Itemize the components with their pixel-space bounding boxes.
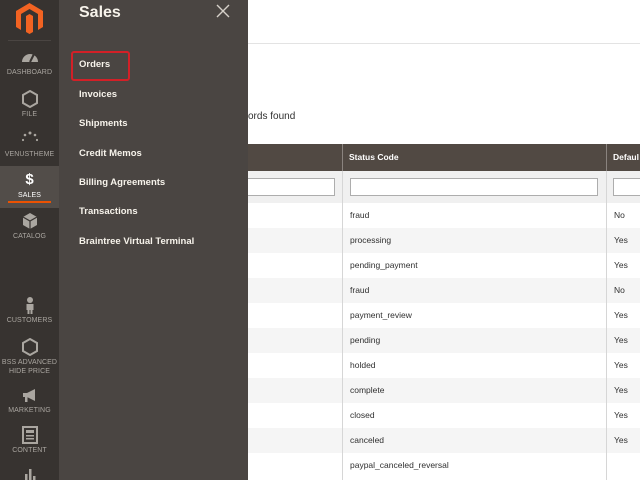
- table-row[interactable]: pending Yes: [248, 328, 640, 353]
- menu-item-billing-agreements[interactable]: Billing Agreements: [79, 177, 165, 188]
- nav-item-dashboard[interactable]: DASHBOARD: [0, 48, 59, 84]
- column-header-default[interactable]: Defaul: [606, 144, 640, 171]
- nav-item-sales[interactable]: $ SALES: [0, 166, 59, 208]
- nav-item-customers[interactable]: CUSTOMERS: [0, 296, 59, 326]
- nav-label: CUSTOMERS: [6, 317, 53, 324]
- table-row[interactable]: holded Yes: [248, 353, 640, 378]
- nav-separator: [8, 40, 51, 41]
- status-code-cell: fraud: [350, 210, 370, 220]
- nav-label-line2: HIDE PRICE: [8, 368, 51, 375]
- nav-label: VENUSTHEME: [4, 151, 55, 158]
- table-row[interactable]: paypal_canceled_reversal: [248, 453, 640, 478]
- default-cell: Yes: [614, 260, 628, 270]
- hexagon-icon: [21, 90, 38, 108]
- nav-item-venustheme[interactable]: VENUSTHEME: [0, 130, 59, 160]
- nav-item-catalog[interactable]: CATALOG: [0, 212, 59, 244]
- column-divider: [342, 171, 343, 480]
- megaphone-icon: [22, 389, 35, 402]
- nav-label: DASHBOARD: [6, 69, 53, 76]
- menu-item-braintree-virtual-terminal[interactable]: Braintree Virtual Terminal: [79, 236, 194, 247]
- default-cell: Yes: [614, 410, 628, 420]
- column-divider: [606, 171, 607, 480]
- default-cell: [606, 453, 614, 478]
- menu-item-shipments[interactable]: Shipments: [79, 118, 128, 129]
- nav-label: SALES: [17, 192, 42, 199]
- default-cell: Yes: [614, 360, 628, 370]
- grid-header-row: Status Code Defaul: [248, 144, 640, 171]
- table-row[interactable]: closed Yes: [248, 403, 640, 428]
- dashboard-icon: [21, 53, 38, 63]
- table-row[interactable]: fraud No: [248, 203, 640, 228]
- column-header-status-code[interactable]: Status Code: [342, 144, 606, 171]
- panel-title: Sales: [79, 4, 121, 21]
- table-row[interactable]: canceled Yes: [248, 428, 640, 453]
- default-cell: Yes: [614, 435, 628, 445]
- orders-highlight-box: [71, 51, 130, 81]
- status-code-cell: payment_review: [350, 310, 412, 320]
- status-code-cell: complete: [350, 385, 385, 395]
- default-cell: Yes: [614, 335, 628, 345]
- magento-logo-icon[interactable]: [13, 2, 46, 35]
- default-cell: Yes: [614, 235, 628, 245]
- default-cell: Yes: [614, 385, 628, 395]
- person-icon: [26, 297, 33, 314]
- layout-icon: [21, 426, 38, 444]
- main-content: ords found Status Code Defaul fraud No p…: [248, 0, 640, 480]
- nav-item-reports[interactable]: [0, 466, 59, 480]
- nav-label: CATALOG: [12, 233, 47, 240]
- nav-item-file[interactable]: FILE: [0, 90, 59, 126]
- status-code-cell: canceled: [350, 435, 385, 445]
- default-cell: Yes: [614, 310, 628, 320]
- menu-item-transactions[interactable]: Transactions: [79, 206, 138, 217]
- table-row[interactable]: payment_review Yes: [248, 303, 640, 328]
- table-row[interactable]: pending_payment Yes: [248, 253, 640, 278]
- default-filter-input[interactable]: [613, 178, 640, 196]
- menu-item-invoices[interactable]: Invoices: [79, 89, 117, 100]
- default-cell: No: [614, 210, 625, 220]
- hexagon-icon: [21, 338, 38, 356]
- status-code-cell: processing: [350, 235, 392, 245]
- filter-row: [248, 171, 640, 203]
- admin-left-nav: DASHBOARD FILE VENUSTHEME $ SALES CATALO…: [0, 0, 59, 480]
- status-code-cell: fraud: [350, 285, 370, 295]
- table-row[interactable]: processing Yes: [248, 228, 640, 253]
- nav-item-marketing[interactable]: MARKETING: [0, 386, 59, 416]
- status-code-cell: holded: [350, 360, 376, 370]
- nav-item-bss-advanced-hide-price[interactable]: BSS ADVANCED HIDE PRICE: [0, 338, 59, 376]
- cube-icon: [22, 213, 37, 229]
- active-underline: [8, 201, 51, 203]
- nav-label: MARKETING: [8, 407, 51, 414]
- table-row[interactable]: complete Yes: [248, 378, 640, 403]
- default-cell: No: [614, 285, 625, 295]
- menu-item-credit-memos[interactable]: Credit Memos: [79, 148, 142, 159]
- nav-label: BSS ADVANCED: [1, 359, 58, 366]
- status-code-cell: paypal_canceled_reversal: [350, 460, 449, 470]
- nav-label: FILE: [21, 111, 38, 118]
- dollar-icon: $: [25, 171, 34, 188]
- page-header-bar: [248, 0, 640, 44]
- status-code-cell: closed: [350, 410, 375, 420]
- status-code-cell: pending: [350, 335, 381, 345]
- bar-chart-icon: [24, 469, 35, 480]
- status-code-cell: pending_payment: [350, 260, 418, 270]
- label-filter-input[interactable]: [248, 178, 335, 196]
- table-row[interactable]: fraud No: [248, 278, 640, 303]
- status-code-filter-input[interactable]: [350, 178, 598, 196]
- close-icon[interactable]: [216, 4, 230, 18]
- nav-label: CONTENT: [12, 447, 47, 454]
- records-found-text: ords found: [248, 111, 296, 122]
- dots-spinner-icon: [21, 131, 38, 142]
- nav-item-content[interactable]: CONTENT: [0, 426, 59, 456]
